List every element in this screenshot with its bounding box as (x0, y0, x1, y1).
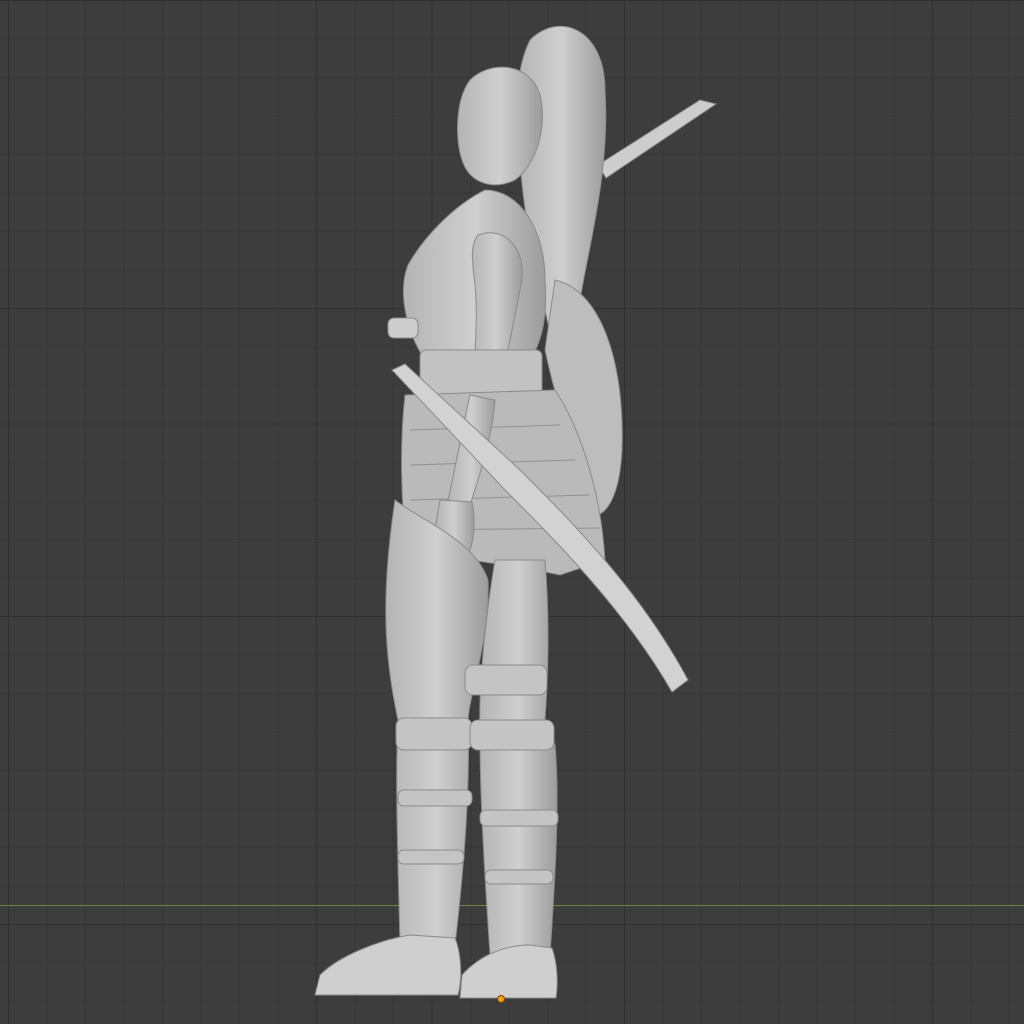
katana-blade (597, 99, 718, 179)
origin-point (497, 995, 505, 1003)
3d-viewport[interactable] (0, 0, 1024, 1024)
back-leg (479, 559, 558, 956)
back-sandal (459, 944, 558, 999)
sculpt-model[interactable] (0, 0, 1024, 1024)
belt (419, 349, 543, 396)
front-sandal (314, 934, 462, 996)
sword-hilt (387, 317, 419, 339)
